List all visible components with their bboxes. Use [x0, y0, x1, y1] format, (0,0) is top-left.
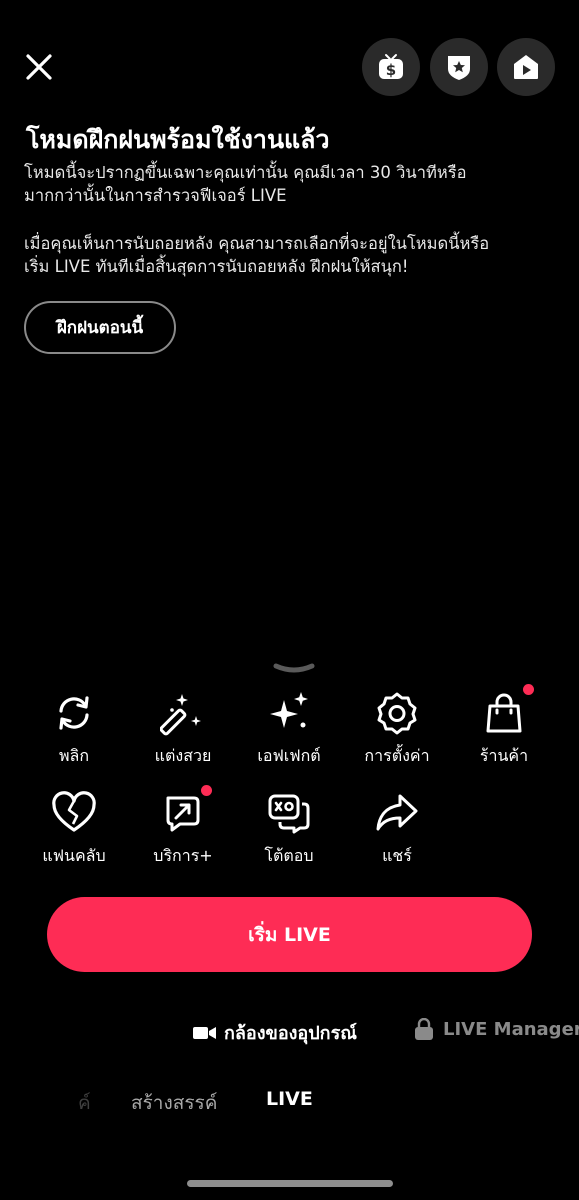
shop-notification-dot — [523, 684, 534, 695]
mode-previous[interactable]: ค์ — [78, 1088, 91, 1118]
lock-icon — [415, 1018, 433, 1040]
rank-badge-button[interactable] — [430, 38, 488, 96]
tool-effects[interactable]: เอฟเฟกต์ — [239, 690, 339, 769]
tool-interact-label: โต้ตอบ — [264, 846, 314, 865]
go-live-button[interactable]: เริ่ม LIVE — [47, 897, 532, 972]
source-device-camera-label: กล้องของอุปกรณ์ — [224, 1023, 357, 1044]
services-notification-dot — [201, 785, 212, 796]
tool-share[interactable]: แชร์ — [347, 790, 447, 869]
services-arrow-icon — [166, 796, 200, 832]
intro-paragraph-2-line-2: เริ่ม LIVE ทันทีเมื่อสิ้นสุดการนับถอยหลั… — [24, 257, 409, 276]
share-icon — [376, 794, 418, 831]
heart-icon — [52, 791, 96, 832]
monetization-button[interactable]: $ — [362, 38, 420, 96]
tool-beauty-label: แต่งสวย — [154, 746, 212, 765]
flip-camera-icon — [59, 696, 89, 730]
close-icon — [26, 54, 52, 80]
chevron-down-icon[interactable] — [272, 662, 316, 676]
shopping-bag-icon — [486, 693, 522, 733]
tool-fan-club[interactable]: แฟนคลับ — [24, 790, 124, 869]
tool-beauty[interactable]: แต่งสวย — [133, 690, 233, 769]
practice-now-button[interactable]: ฝึกฝนตอนนี้ — [24, 301, 176, 354]
intro-paragraph-1-line-1: โหมดนี้จะปรากฏขึ้นเฉพาะคุณเท่านั้น คุณมี… — [24, 163, 467, 182]
intro-paragraph-1-line-2: มากกว่านั้นในการสำรวจฟีเจอร์ LIVE — [24, 186, 287, 205]
tool-services-plus-label: บริการ+ — [153, 846, 213, 865]
star-shield-icon — [448, 56, 470, 80]
close-button[interactable] — [20, 48, 58, 86]
tool-interact[interactable]: โต้ตอบ — [239, 790, 339, 869]
home-indicator — [187, 1180, 393, 1187]
mode-live[interactable]: LIVE — [266, 1088, 313, 1110]
tool-settings[interactable]: การตั้งค่า — [347, 690, 447, 769]
tool-effects-label: เอฟเฟกต์ — [257, 746, 321, 765]
settings-gear-icon — [377, 692, 417, 735]
tool-services-plus[interactable]: บริการ+ — [133, 790, 233, 869]
home-play-icon — [514, 55, 538, 79]
tool-flip-label: พลิก — [58, 746, 90, 765]
video-camera-icon — [193, 1026, 216, 1039]
dollar-tv-icon: $ — [379, 54, 403, 79]
intro-paragraph-2-line-1: เมื่อคุณเห็นการนับถอยหลัง คุณสามารถเลือก… — [24, 234, 490, 253]
tool-shop-label: ร้านค้า — [479, 746, 529, 765]
magic-wand-icon — [160, 694, 201, 736]
live-center-button[interactable] — [497, 38, 555, 96]
intro-paragraph-1: โหมดนี้จะปรากฏขึ้นเฉพาะคุณเท่านั้น คุณมี… — [24, 161, 564, 207]
svg-text:$: $ — [386, 61, 396, 79]
source-device-camera[interactable]: กล้องของอุปกรณ์ — [193, 1018, 357, 1047]
tool-fan-club-label: แฟนคลับ — [42, 846, 106, 865]
practice-mode-title: โหมดฝึกฝนพร้อมใช้งานแล้ว — [26, 125, 330, 154]
tool-flip[interactable]: พลิก — [24, 690, 124, 769]
intro-paragraph-2: เมื่อคุณเห็นการนับถอยหลัง คุณสามารถเลือก… — [24, 232, 564, 278]
tool-settings-label: การตั้งค่า — [364, 746, 430, 765]
tool-shop[interactable]: ร้านค้า — [454, 690, 554, 769]
mode-create[interactable]: สร้างสรรค์ — [131, 1088, 217, 1118]
sparkle-icon — [270, 692, 308, 728]
source-live-manager[interactable]: LIVE Manager — [414, 1018, 579, 1040]
interact-icon — [268, 794, 310, 834]
source-live-manager-label: LIVE Manager — [443, 1018, 579, 1040]
tool-share-label: แชร์ — [382, 846, 412, 865]
